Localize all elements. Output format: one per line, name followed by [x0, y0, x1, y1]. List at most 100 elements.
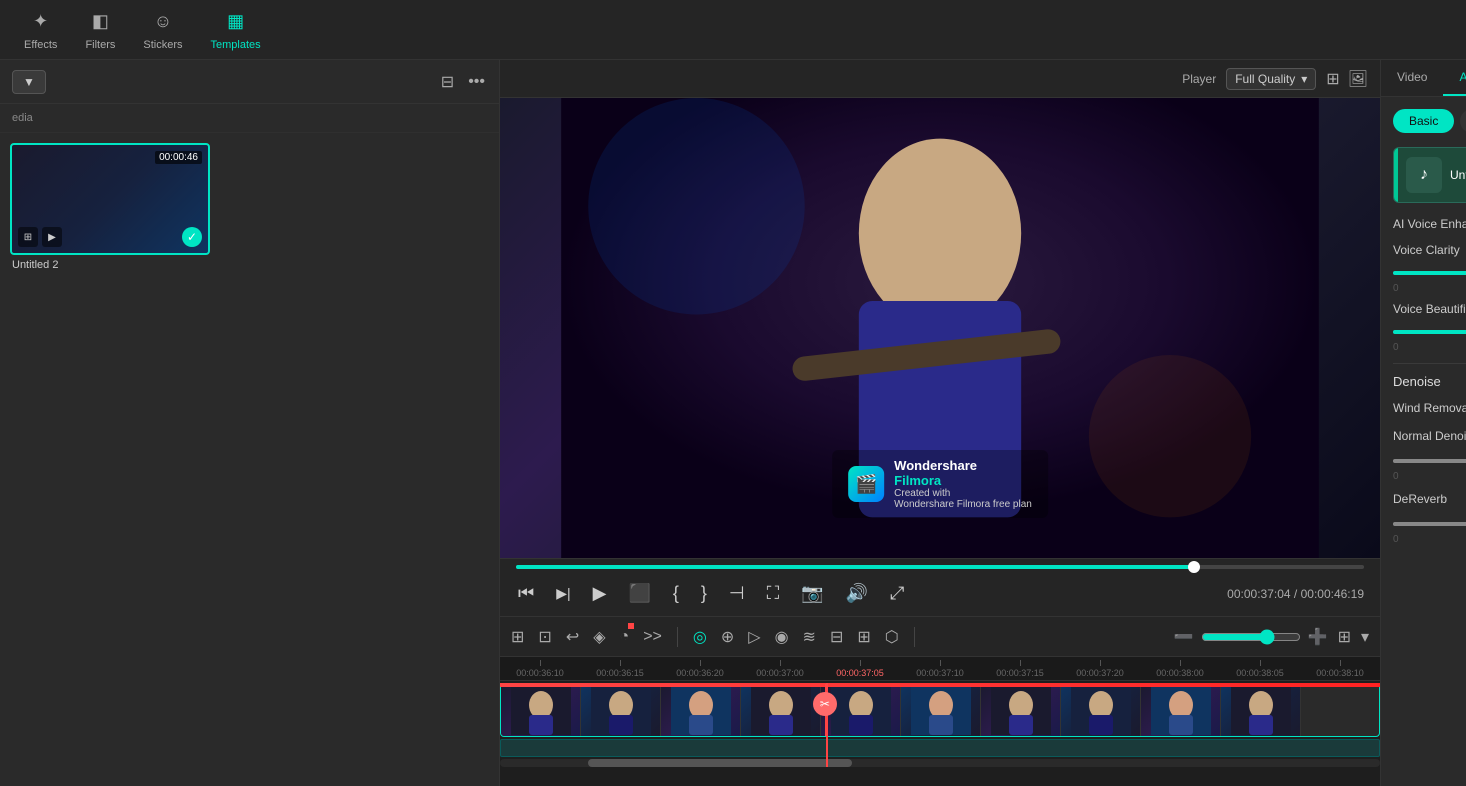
media-check: ✓ — [182, 227, 202, 247]
subtab-basic-label: Basic — [1409, 114, 1438, 128]
denoise-label: Denoise — [1393, 374, 1466, 389]
mark-in-button[interactable]: { — [671, 581, 681, 606]
progress-bar[interactable] — [516, 565, 1364, 569]
timeline-add-btn[interactable]: ⊕ — [718, 624, 737, 650]
zoom-controls: ➖ ➕ ⊞ ▾ — [1171, 624, 1372, 650]
frame-thumbnail — [511, 685, 571, 735]
audio-button[interactable]: 🔊 — [844, 581, 870, 606]
dereverb-label: DeReverb — [1393, 492, 1447, 506]
media-item[interactable]: 00:00:46 ⊞ ▶ ✓ Untitled 2 — [10, 143, 210, 776]
dereverb-track[interactable] — [1393, 522, 1466, 526]
snapshot-button[interactable]: 📷 — [799, 581, 825, 606]
video-frame: 🎬 Wondershare Filmora Created with Wonde… — [500, 98, 1380, 558]
split-button[interactable]: ⊣ — [727, 581, 747, 606]
tab-video[interactable]: Video — [1381, 60, 1443, 96]
dereverb-slider-row: 70 — [1393, 518, 1466, 530]
timeline-clip-btn[interactable]: ⊞ — [508, 624, 527, 650]
timeline-motion-btn[interactable]: ▷ — [745, 624, 763, 650]
chevron-down-icon: ▾ — [1301, 72, 1307, 86]
stop-button[interactable]: ⬛ — [626, 581, 652, 606]
watermark-plan: Wondershare Filmora free plan — [894, 499, 1032, 510]
nav-effects[interactable]: ✦ Effects — [10, 3, 71, 57]
film-frame — [741, 684, 821, 736]
section-divider-1 — [1393, 363, 1466, 364]
voice-clarity-track[interactable] — [1393, 271, 1466, 275]
timeline-audio-btn[interactable]: ◉ — [772, 624, 792, 650]
current-time: 00:00:37:04 — [1227, 587, 1290, 601]
dereverb-range: 0 100 — [1393, 534, 1466, 545]
tab-audio[interactable]: Audio — [1443, 60, 1466, 96]
ai-voice-enhancer-text: AI Voice Enhancer — [1393, 217, 1466, 231]
filter-sort-button[interactable]: ⊟ — [439, 70, 456, 94]
timeline-scrollbar[interactable] — [500, 759, 1380, 767]
image-view-icon[interactable]: 🖼 — [1348, 69, 1368, 89]
ai-voice-enhancer-label: AI Voice Enhancer ? — [1393, 217, 1466, 232]
mark-out-button[interactable]: } — [699, 581, 709, 606]
media-section-label: edia — [0, 104, 499, 133]
timeline-tracks: ✂ — [500, 683, 1380, 767]
media-item-label: Untitled 2 — [10, 259, 210, 271]
film-frame — [501, 684, 581, 736]
timeline-section: ⊞ ⊡ ↩ ◈ ◔ >> ◎ ⊕ ▷ ◉ ≋ ⊟ ⊞ ⬡ ➖ — [500, 616, 1380, 786]
fullscreen-button[interactable]: ⛶ — [765, 581, 782, 606]
timeline-beat-btn[interactable]: ≋ — [800, 624, 819, 650]
step-back-button[interactable]: ▶| — [554, 583, 572, 604]
subtab-basic[interactable]: Basic — [1393, 109, 1454, 133]
filters-icon: ◧ — [87, 9, 113, 35]
watermark-logo: 🎬 — [848, 466, 884, 502]
nav-templates[interactable]: ▦ Templates — [197, 3, 275, 57]
timeline-select-btn[interactable]: ⊡ — [535, 624, 554, 650]
voice-beautification-fill — [1393, 330, 1466, 334]
track-playhead: ✂ — [825, 684, 827, 736]
timeline-snap-btn[interactable]: ◎ — [690, 624, 710, 650]
zoom-slider[interactable] — [1201, 629, 1301, 645]
audio-track-item[interactable]: ♪ Untitled 2 — [1393, 147, 1466, 203]
watermark-name: Wondershare — [894, 458, 1032, 473]
timeline-body[interactable]: 00:00:36:10 00:00:36:15 00:00:36:20 00:0… — [500, 657, 1380, 786]
voice-beautification-track[interactable] — [1393, 330, 1466, 334]
voice-clarity-range: 0 100 — [1393, 283, 1466, 294]
timeline-sub-btn[interactable]: ⊟ — [827, 624, 846, 650]
nav-stickers[interactable]: ☺ Stickers — [129, 3, 196, 57]
more-button[interactable]: ⤢ — [888, 581, 906, 606]
subtabs: Basic Voice Changer — [1393, 109, 1466, 133]
normal-denoise-track[interactable] — [1393, 459, 1466, 463]
media-thumbnail: 00:00:46 ⊞ ▶ ✓ — [10, 143, 210, 255]
zoom-out-btn[interactable]: ➖ — [1171, 624, 1197, 650]
nav-effects-label: Effects — [24, 39, 57, 51]
left-panel: ▼ ⊟ ••• edia 00:00:46 ⊞ ▶ ✓ Untitled 2 — [0, 60, 500, 786]
section-label-text: edia — [12, 112, 33, 124]
play-button[interactable]: ▶ — [591, 581, 609, 606]
film-frame — [661, 684, 741, 736]
more-options-button[interactable]: ••• — [466, 71, 487, 93]
rewind-button[interactable]: ⏮ — [516, 581, 536, 606]
time-display: 00:00:37:04 / 00:00:46:19 — [1227, 587, 1364, 601]
player-label: Player — [1182, 72, 1216, 86]
voice-beautification-label: Voice Beautification — [1393, 302, 1466, 316]
grid-view-icon[interactable]: ⊞ — [1326, 69, 1339, 89]
quality-dropdown[interactable]: Full Quality ▾ — [1226, 68, 1316, 90]
grid-view-btn[interactable]: ⊞ — [1335, 624, 1354, 650]
ruler-mark: 00:00:36:20 — [660, 660, 740, 680]
timeline-settings-btn[interactable]: ▾ — [1358, 624, 1372, 650]
voice-beautification-min: 0 — [1393, 342, 1399, 353]
video-track[interactable]: ✂ — [500, 683, 1380, 737]
cut-icon[interactable]: ✂ — [813, 692, 837, 716]
voice-beautification-slider-row: 70 — [1393, 326, 1466, 338]
timeline-toolbar: ⊞ ⊡ ↩ ◈ ◔ >> ◎ ⊕ ▷ ◉ ≋ ⊟ ⊞ ⬡ ➖ — [500, 617, 1380, 657]
zoom-in-btn[interactable]: ➕ — [1305, 624, 1331, 650]
nav-filters[interactable]: ◧ Filters — [71, 3, 129, 57]
controls-row: ⏮ ▶| ▶ ⬛ { } ⊣ ⛶ 📷 🔊 ⤢ — [516, 577, 906, 610]
film-frame — [581, 684, 661, 736]
voice-clarity-slider-row: 80 — [1393, 267, 1466, 279]
audio-timeline-track[interactable] — [500, 739, 1380, 757]
progress-handle[interactable] — [1188, 561, 1200, 573]
timeline-undo-btn[interactable]: ↩ — [563, 624, 582, 650]
timeline-merge-btn[interactable]: ⊞ — [854, 624, 873, 650]
media-dropdown[interactable]: ▼ — [12, 70, 46, 94]
timeline-speed-btn[interactable]: ⬡ — [882, 624, 902, 650]
timeline-adjust-btn[interactable]: ◈ — [590, 624, 608, 650]
timeline-more-btn[interactable]: >> — [640, 625, 665, 649]
subtab-voice-changer[interactable]: Voice Changer — [1460, 109, 1466, 133]
timeline-ai-btn[interactable]: ◔ — [617, 625, 633, 649]
